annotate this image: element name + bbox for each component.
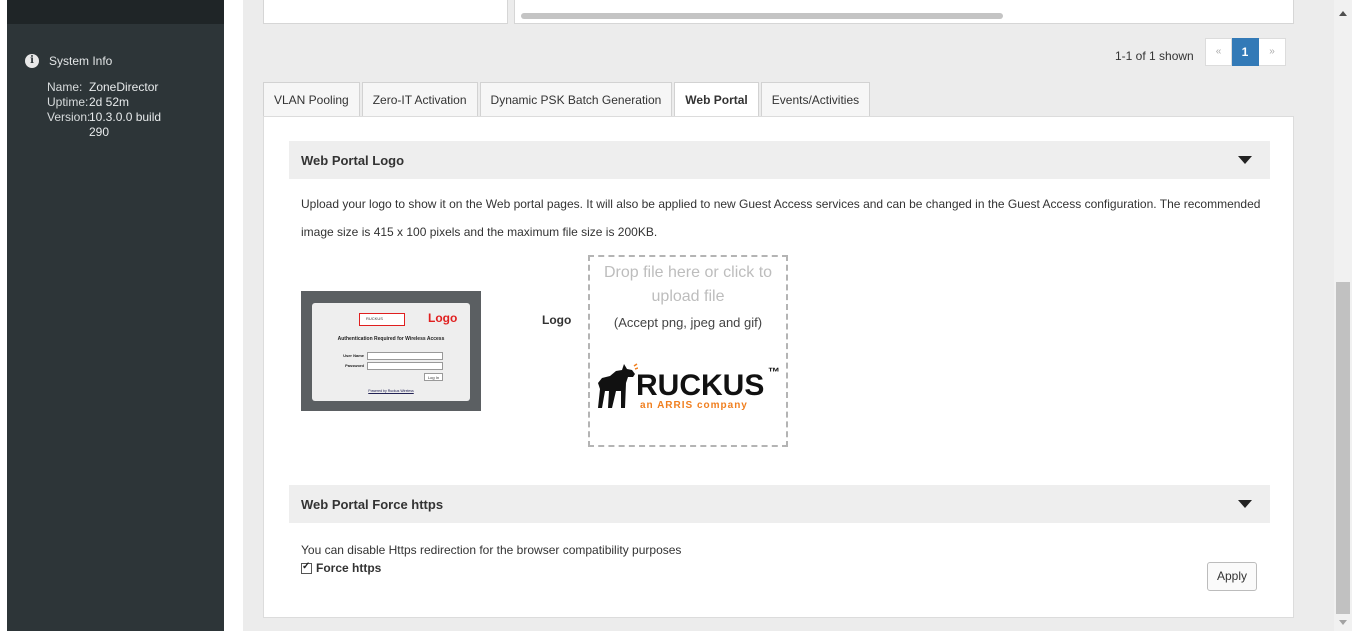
system-info-row: Name: ZoneDirector [47,80,179,95]
force-https-label: Force https [316,561,382,575]
pager-page-button[interactable]: 1 [1232,38,1259,66]
system-info-value: ZoneDirector [89,80,159,94]
web-portal-https-header[interactable]: Web Portal Force https [289,485,1270,523]
top-table-cell [514,0,1294,24]
system-info-key: Uptime: [47,95,89,109]
system-info-header[interactable]: i System Info [25,54,112,68]
system-info-title: System Info [49,54,113,68]
preview-brand: RUCKUS [366,316,383,321]
scroll-up-arrow-icon[interactable] [1339,11,1347,16]
logo-dropzone[interactable]: Drop file here or click to upload file (… [588,255,788,447]
logo-description: Upload your logo to show it on the Web p… [301,197,1261,239]
gutter [224,0,243,631]
section-title: Web Portal Force https [301,497,444,512]
dropzone-text: Drop file here or click to upload file [603,264,773,305]
vertical-scrollbar[interactable] [1334,0,1352,631]
caret-down-icon[interactable] [1238,156,1252,164]
system-info-row: Version: 10.3.0.0 build 290 [47,110,179,140]
system-info-value: 2d 52m [89,95,130,109]
tab-events-activities[interactable]: Events/Activities [760,82,871,116]
apply-button[interactable]: Apply [1207,562,1257,591]
preview-login-button: Log In [424,373,443,381]
preview-footer: Powered by Ruckus Wireless [368,389,414,393]
system-info-key: Name: [47,80,83,94]
preview-logo-box: RUCKUS [359,313,405,326]
uploaded-logo-word: RUCKUS [636,369,765,402]
web-portal-logo-header[interactable]: Web Portal Logo [289,141,1270,179]
pager-prev-button[interactable]: « [1205,38,1232,66]
scroll-thumb[interactable] [1336,282,1350,614]
scroll-down-arrow-icon[interactable] [1339,620,1347,625]
system-info-key: Version: [47,110,91,124]
system-info-row: Uptime: 2d 52m [47,95,179,110]
ruckus-dog-icon [598,363,638,408]
section-title: Web Portal Logo [301,153,405,168]
system-info-table: Name: ZoneDirector Uptime: 2d 52m Versio… [47,80,179,140]
uploaded-logo-tm: ™ [768,365,780,379]
tab-web-portal[interactable]: Web Portal [674,82,759,117]
preview-auth-title: Authentication Required for Wireless Acc… [337,336,445,342]
preview-logo-label: Logo [428,311,458,325]
force-https-checkbox-row[interactable]: Force https [301,561,381,575]
dropzone-subtext: (Accept png, jpeg and gif) [613,315,763,330]
logo-label: Logo [542,313,572,327]
force-https-checkbox[interactable] [301,561,312,574]
main-content: 1-1 of 1 shown « 1 » VLAN Pooling Zero-I… [243,0,1334,631]
preview-password-field [367,362,443,370]
preview-password-label: Password [345,363,364,368]
tab-zero-it-activation[interactable]: Zero-IT Activation [361,82,478,116]
pager-next-button[interactable]: » [1259,38,1286,66]
pager-summary: 1-1 of 1 shown [1115,49,1194,63]
tab-vlan-pooling[interactable]: VLAN Pooling [263,82,360,116]
web-portal-panel: Web Portal Logo Upload your logo to show… [263,116,1294,618]
sidebar: i System Info Name: ZoneDirector Uptime:… [7,0,224,631]
uploaded-logo-tagline: an ARRIS company [640,400,748,411]
uploaded-logo: RUCKUS ™ an ARRIS company [596,355,784,415]
horizontal-scrollbar[interactable] [521,13,1003,19]
system-info-value: 10.3.0.0 build 290 [89,110,162,139]
info-icon: i [25,54,39,68]
tab-dynamic-psk-batch[interactable]: Dynamic PSK Batch Generation [479,82,673,116]
tab-bar: VLAN Pooling Zero-IT Activation Dynamic … [263,82,872,117]
preview-user-field [367,352,443,360]
preview-user-label: User Name [343,353,364,358]
caret-down-icon[interactable] [1238,500,1252,508]
pagination: « 1 » [1205,38,1286,66]
https-description: You can disable Https redirection for th… [301,543,682,557]
sidebar-top-bar [7,0,224,24]
portal-preview-image: RUCKUS Logo Authentication Required for … [301,291,481,411]
top-table-cell [263,0,508,24]
preview-card: RUCKUS Logo Authentication Required for … [312,303,470,401]
